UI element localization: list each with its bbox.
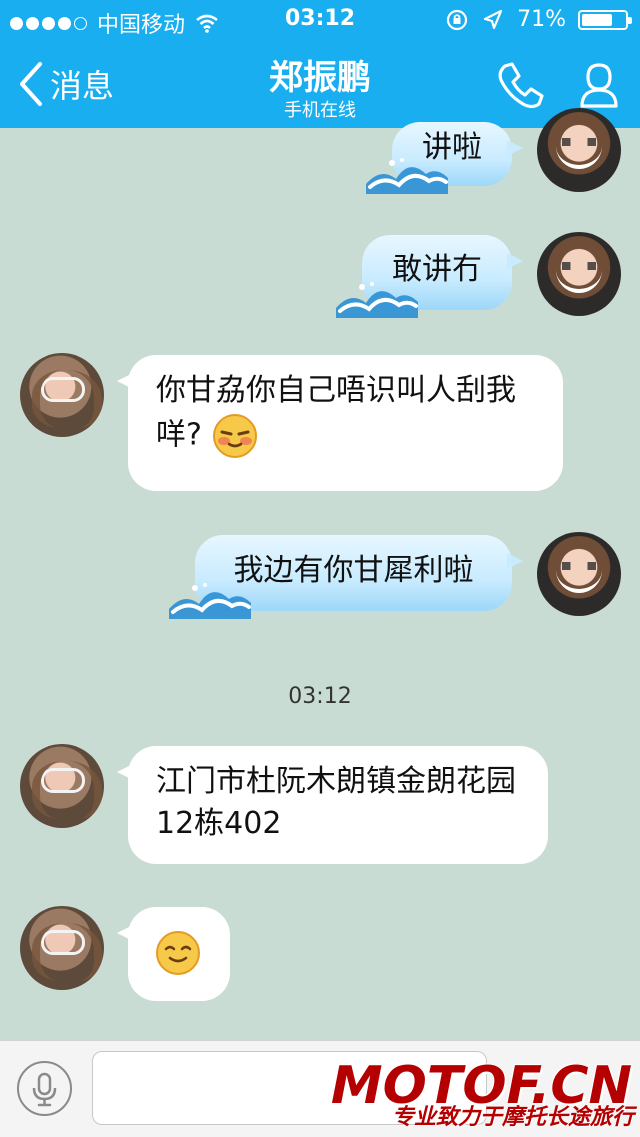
message-text: 你甘劦你自己唔识叫人刮我咩?: [156, 373, 516, 453]
sender-avatar[interactable]: [537, 108, 621, 192]
message-bubble[interactable]: 江门市杜阮木朗镇金朗花园12栋402: [117, 746, 548, 864]
smile-emoji: [156, 931, 200, 975]
message-timestamp: 03:12: [288, 684, 352, 709]
message-text: 讲啦: [422, 130, 482, 165]
status-bar: 中国移动 03:12 71%: [0, 0, 640, 40]
status-right: 71%: [445, 7, 632, 32]
message-text: 敢讲冇: [392, 252, 482, 287]
user-icon[interactable]: [572, 58, 626, 112]
battery-icon: [578, 9, 632, 30]
blush-emoji: [213, 414, 258, 458]
message-bubble[interactable]: 讲啦: [366, 122, 523, 194]
microphone-icon: [32, 1072, 57, 1107]
contact-avatar[interactable]: [20, 906, 104, 990]
message-text: 江门市杜阮木朗镇金朗花园12栋402: [156, 764, 516, 841]
message-bubble[interactable]: [117, 907, 230, 1001]
watermark-tagline: 专业致力于摩托长途旅行: [391, 1105, 634, 1130]
battery-percentage: 71%: [517, 7, 566, 32]
message-bubble[interactable]: 我边有你甘犀利啦: [169, 535, 523, 619]
site-watermark: MOTOF.CN 专业致力于摩托长途旅行: [331, 1050, 640, 1136]
location-arrow-icon: [483, 9, 503, 29]
sender-avatar[interactable]: [537, 232, 621, 316]
message-bubble[interactable]: 敢讲冇: [336, 235, 523, 318]
phone-icon[interactable]: [492, 58, 546, 112]
contact-avatar[interactable]: [20, 744, 104, 828]
voice-input-button[interactable]: [17, 1061, 72, 1116]
rotation-lock-icon: [446, 9, 468, 30]
message-text: 我边有你甘犀利啦: [233, 553, 474, 588]
sender-avatar[interactable]: [537, 532, 621, 616]
chat-header: 中国移动 03:12 71% 消息 郑振鹏 手机在线: [0, 0, 640, 128]
battery-level: [582, 13, 612, 26]
message-bubble[interactable]: 你甘劦你自己唔识叫人刮我咩?: [117, 355, 563, 491]
contact-avatar[interactable]: [20, 353, 104, 437]
